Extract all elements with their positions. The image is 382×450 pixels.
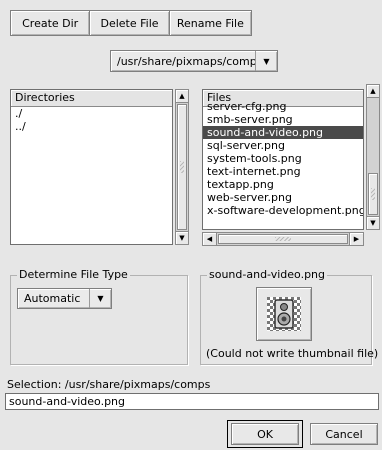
path-combo-value: /usr/share/pixmaps/comps bbox=[117, 54, 255, 68]
directories-header[interactable]: Directories bbox=[11, 90, 172, 107]
create-dir-button[interactable]: Create Dir bbox=[11, 11, 91, 35]
file-item[interactable]: sound-and-video.png bbox=[203, 126, 363, 139]
chevron-down-icon: ▼ bbox=[255, 51, 277, 71]
scroll-down-icon[interactable]: ▼ bbox=[367, 216, 379, 229]
file-item[interactable]: system-tools.png bbox=[207, 152, 363, 165]
files-horizontal-scrollbar[interactable]: ◀ ▶ bbox=[202, 232, 364, 246]
file-item[interactable]: server-cfg.png bbox=[207, 100, 363, 113]
directories-list[interactable]: Directories ./../ bbox=[10, 89, 173, 245]
rename-file-button[interactable]: Rename File bbox=[170, 11, 251, 35]
scroll-left-icon[interactable]: ◀ bbox=[203, 233, 217, 245]
directory-item[interactable]: ./ bbox=[15, 107, 172, 120]
file-item[interactable]: smb-server.png bbox=[207, 113, 363, 126]
directories-scroll-thumb[interactable] bbox=[177, 104, 187, 230]
file-item[interactable]: text-internet.png bbox=[207, 165, 363, 178]
delete-file-button[interactable]: Delete File bbox=[90, 11, 170, 35]
directory-item[interactable]: ../ bbox=[15, 120, 172, 133]
grip-icon bbox=[180, 161, 184, 173]
file-type-combo[interactable]: Automatic ▼ bbox=[17, 288, 112, 309]
grip-icon bbox=[275, 237, 291, 241]
file-item[interactable]: textapp.png bbox=[207, 178, 363, 191]
cancel-button[interactable]: Cancel bbox=[310, 423, 378, 445]
file-item[interactable]: web-server.png bbox=[207, 191, 363, 204]
selection-label: Selection: /usr/share/pixmaps/comps bbox=[7, 378, 211, 391]
files-hscroll-thumb[interactable] bbox=[218, 234, 348, 244]
directories-scrollbar[interactable]: ▲ ▼ bbox=[175, 89, 189, 245]
grip-icon bbox=[371, 188, 375, 200]
scroll-up-icon[interactable]: ▲ bbox=[176, 90, 188, 103]
preview-thumbnail-button[interactable] bbox=[256, 287, 312, 341]
speaker-icon bbox=[267, 297, 301, 331]
ok-button[interactable]: OK bbox=[231, 423, 299, 445]
file-type-legend: Determine File Type bbox=[17, 268, 130, 281]
file-item[interactable]: x-software-development.png bbox=[207, 204, 363, 217]
scroll-right-icon[interactable]: ▶ bbox=[349, 233, 363, 245]
files-vertical-scrollbar[interactable]: ▲ ▼ bbox=[366, 84, 380, 230]
chevron-down-icon: ▼ bbox=[89, 289, 111, 308]
file-type-value: Automatic bbox=[24, 292, 81, 305]
scroll-down-icon[interactable]: ▼ bbox=[176, 231, 188, 244]
file-item[interactable]: sql-server.png bbox=[207, 139, 363, 152]
selection-input[interactable]: sound-and-video.png bbox=[5, 393, 379, 410]
preview-message: (Could not write thumbnail file) bbox=[206, 347, 379, 360]
scroll-up-icon[interactable]: ▲ bbox=[367, 85, 379, 98]
file-operation-toolbar: Create Dir Delete File Rename File bbox=[10, 10, 252, 36]
files-list[interactable]: Files server-cfg.png smb-server.png sound-… bbox=[202, 89, 364, 230]
path-combo[interactable]: /usr/share/pixmaps/comps ▼ bbox=[110, 50, 278, 72]
files-scroll-thumb[interactable] bbox=[368, 173, 378, 215]
preview-legend: sound-and-video.png bbox=[207, 268, 328, 281]
